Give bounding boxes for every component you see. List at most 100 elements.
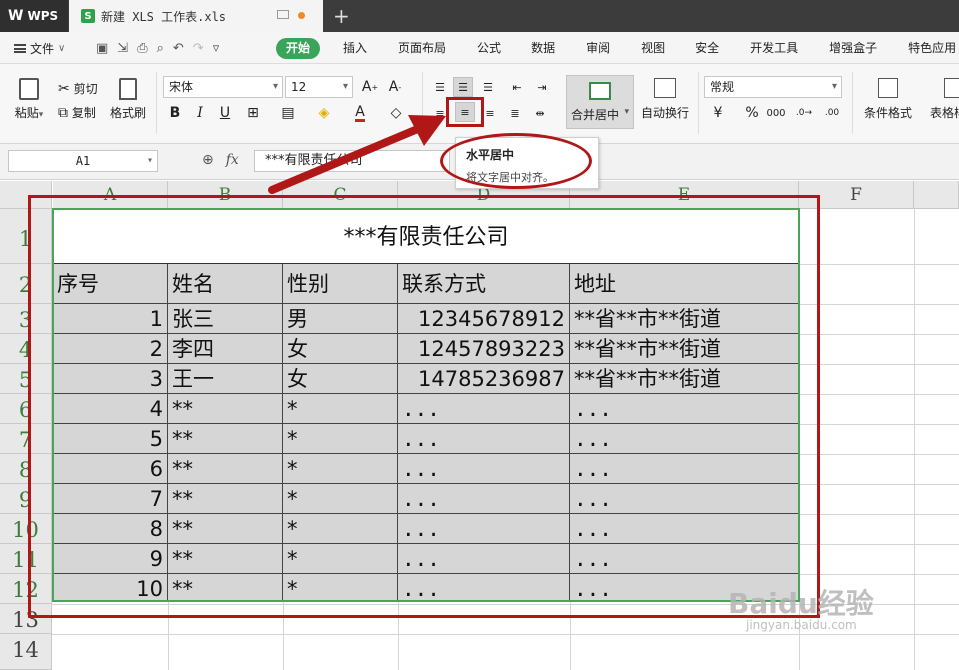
percent-button[interactable]: % bbox=[742, 103, 762, 123]
table-cell[interactable]: ... bbox=[570, 544, 799, 574]
row-header-9[interactable]: 9 bbox=[0, 484, 52, 514]
format-painter-button[interactable]: 格式刷 bbox=[110, 78, 146, 121]
tab-insert[interactable]: 插入 bbox=[343, 38, 367, 59]
bold-button[interactable]: B bbox=[165, 103, 185, 123]
merge-center-button[interactable]: 合并居中 ▾ bbox=[566, 75, 634, 129]
italic-button[interactable]: I bbox=[190, 103, 210, 123]
table-cell[interactable]: 张三 bbox=[168, 304, 283, 334]
table-cell[interactable]: ** bbox=[168, 484, 283, 514]
document-tab[interactable]: S 新建 XLS 工作表.xls bbox=[69, 0, 323, 32]
row-header-3[interactable]: 3 bbox=[0, 304, 52, 334]
header-cell-seq[interactable]: 序号 bbox=[53, 264, 168, 304]
column-header-a[interactable]: A bbox=[53, 181, 168, 209]
table-cell[interactable]: * bbox=[283, 424, 398, 454]
row-header-2[interactable]: 2 bbox=[0, 264, 52, 304]
column-header-next[interactable] bbox=[914, 181, 959, 209]
distribute-icon[interactable]: ⇹ bbox=[530, 103, 550, 123]
table-cell[interactable]: 李四 bbox=[168, 334, 283, 364]
row-header-10[interactable]: 10 bbox=[0, 514, 52, 544]
increase-indent-icon[interactable]: ⇥ bbox=[532, 77, 552, 97]
select-all-corner[interactable] bbox=[0, 181, 52, 209]
row-header-11[interactable]: 11 bbox=[0, 544, 52, 574]
font-size-select[interactable]: 12 bbox=[285, 76, 353, 98]
align-left-icon[interactable]: ≡ bbox=[430, 103, 450, 123]
formula-input[interactable]: ***有限责任公司 bbox=[254, 150, 450, 172]
table-cell[interactable]: ... bbox=[398, 424, 570, 454]
table-cell[interactable]: * bbox=[283, 484, 398, 514]
table-cell[interactable]: 12457893223 bbox=[398, 334, 570, 364]
clear-format-icon[interactable]: ◇ bbox=[386, 103, 406, 123]
table-cell[interactable]: 3 bbox=[53, 364, 168, 394]
table-cell[interactable]: ... bbox=[398, 514, 570, 544]
thousands-icon[interactable]: 000 bbox=[766, 103, 786, 123]
conditional-format-button[interactable]: 条件格式 bbox=[858, 78, 918, 121]
table-cell[interactable]: ... bbox=[398, 454, 570, 484]
row-header-4[interactable]: 4 bbox=[0, 334, 52, 364]
align-center-icon[interactable]: ≡ bbox=[455, 102, 475, 122]
decrease-indent-icon[interactable]: ⇤ bbox=[507, 77, 527, 97]
number-format-select[interactable]: 常规 bbox=[704, 76, 842, 98]
table-cell[interactable]: 6 bbox=[53, 454, 168, 484]
header-cell-address[interactable]: 地址 bbox=[570, 264, 799, 304]
tab-security[interactable]: 安全 bbox=[695, 38, 719, 59]
increase-decimal-icon[interactable]: .0→ bbox=[794, 103, 814, 123]
table-style-button[interactable]: 表格样式 bbox=[924, 78, 959, 121]
table-cell[interactable]: 5 bbox=[53, 424, 168, 454]
undo-icon[interactable]: ↶ bbox=[173, 41, 184, 56]
name-box[interactable]: A1 bbox=[8, 150, 158, 172]
row-header-5[interactable]: 5 bbox=[0, 364, 52, 394]
tab-view[interactable]: 视图 bbox=[641, 38, 665, 59]
zoom-search-icon[interactable]: ⊕ bbox=[202, 152, 214, 168]
table-cell[interactable]: 2 bbox=[53, 334, 168, 364]
table-cell[interactable]: ** bbox=[168, 394, 283, 424]
customize-icon[interactable]: ▿ bbox=[213, 41, 220, 56]
table-cell[interactable]: ... bbox=[398, 544, 570, 574]
redo-icon[interactable]: ↷ bbox=[193, 41, 204, 56]
header-cell-gender[interactable]: 性别 bbox=[283, 264, 398, 304]
currency-icon[interactable]: ¥ bbox=[708, 103, 728, 123]
tab-page-layout[interactable]: 页面布局 bbox=[398, 38, 446, 59]
fill-pattern-icon[interactable]: ▤ bbox=[278, 103, 298, 123]
column-header-e[interactable]: E bbox=[570, 181, 799, 209]
file-menu[interactable]: 文件 ∨ bbox=[14, 40, 65, 57]
table-cell[interactable]: 男 bbox=[283, 304, 398, 334]
decrease-font-icon[interactable]: A- bbox=[385, 77, 405, 97]
align-top-icon[interactable]: ☰ bbox=[430, 77, 450, 97]
table-cell[interactable]: ... bbox=[398, 484, 570, 514]
row-header-8[interactable]: 8 bbox=[0, 454, 52, 484]
row-header-13[interactable]: 13 bbox=[0, 604, 52, 634]
column-header-b[interactable]: B bbox=[168, 181, 283, 209]
new-tab-button[interactable]: + bbox=[333, 4, 350, 28]
row-header-6[interactable]: 6 bbox=[0, 394, 52, 424]
table-cell[interactable]: * bbox=[283, 454, 398, 484]
table-cell[interactable]: 女 bbox=[283, 364, 398, 394]
increase-font-icon[interactable]: A + bbox=[360, 77, 380, 97]
underline-button[interactable]: U bbox=[215, 103, 235, 123]
table-cell[interactable]: 4 bbox=[53, 394, 168, 424]
table-cell[interactable]: * bbox=[283, 544, 398, 574]
tab-special-apps[interactable]: 特色应用 bbox=[908, 38, 956, 59]
column-header-f[interactable]: F bbox=[799, 181, 914, 209]
table-cell[interactable]: ** bbox=[168, 574, 283, 602]
table-cell[interactable]: 女 bbox=[283, 334, 398, 364]
table-cell[interactable]: * bbox=[283, 394, 398, 424]
table-title-cell[interactable]: ***有限责任公司 bbox=[53, 210, 799, 264]
tab-review[interactable]: 审阅 bbox=[586, 38, 610, 59]
header-cell-name[interactable]: 姓名 bbox=[168, 264, 283, 304]
table-cell[interactable]: 14785236987 bbox=[398, 364, 570, 394]
export-icon[interactable]: ⇲ bbox=[117, 41, 128, 56]
monitor-icon[interactable] bbox=[277, 10, 289, 19]
table-cell[interactable]: 7 bbox=[53, 484, 168, 514]
borders-icon[interactable]: ⊞ bbox=[243, 103, 263, 123]
table-cell[interactable]: ... bbox=[398, 574, 570, 602]
row-header-12[interactable]: 12 bbox=[0, 574, 52, 604]
table-cell[interactable]: ... bbox=[570, 514, 799, 544]
table-cell[interactable]: 1 bbox=[53, 304, 168, 334]
decrease-decimal-icon[interactable]: .00 bbox=[822, 103, 842, 123]
table-cell[interactable]: 9 bbox=[53, 544, 168, 574]
tab-developer[interactable]: 开发工具 bbox=[750, 38, 798, 59]
align-middle-icon[interactable]: ☰ bbox=[453, 77, 473, 97]
wps-logo[interactable]: W WPS bbox=[0, 0, 68, 32]
table-cell[interactable]: **省**市**街道 bbox=[570, 334, 799, 364]
table-cell[interactable]: **省**市**街道 bbox=[570, 304, 799, 334]
